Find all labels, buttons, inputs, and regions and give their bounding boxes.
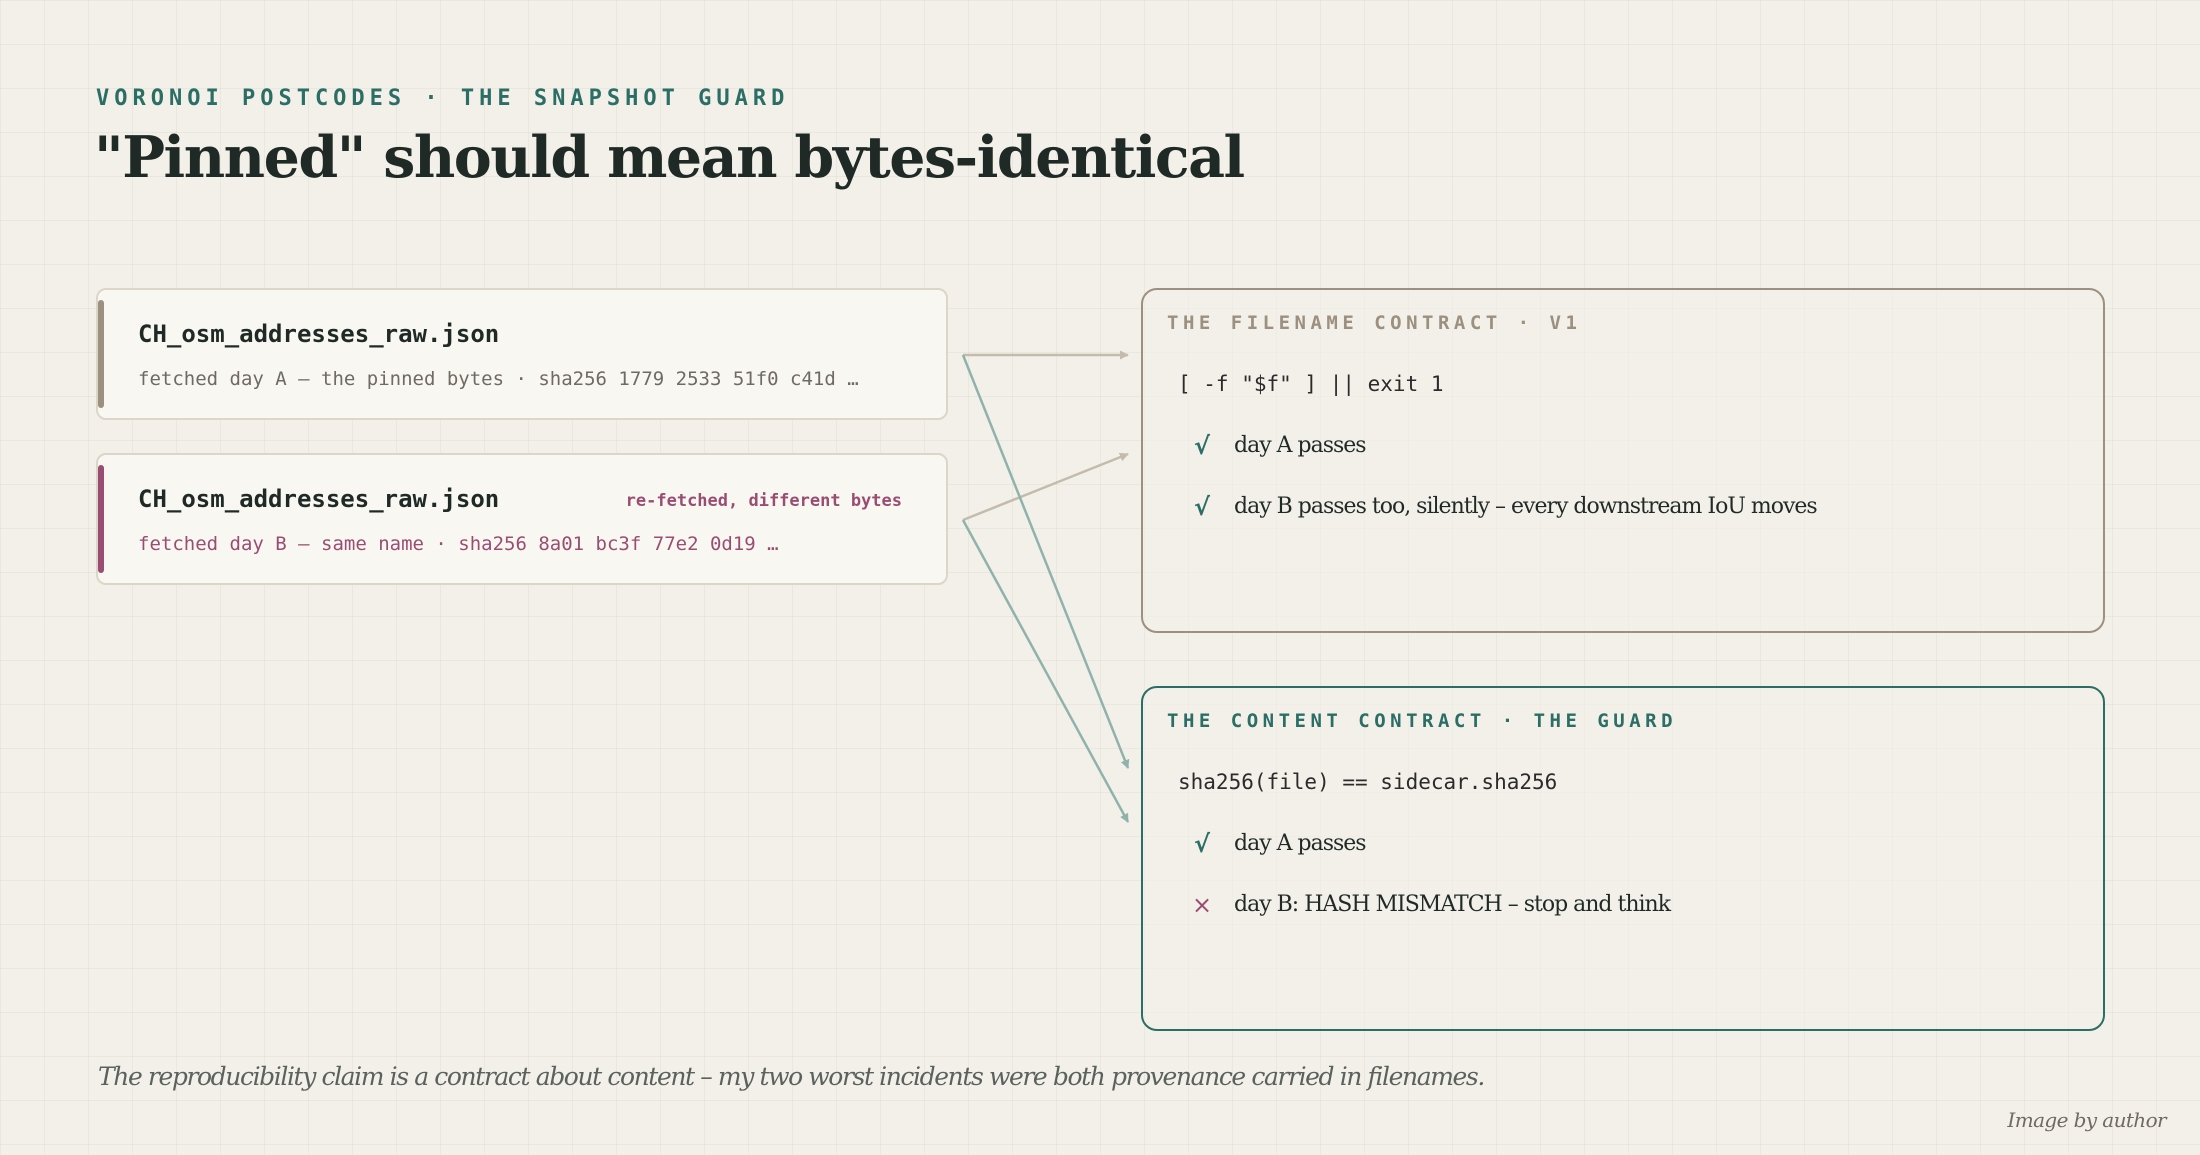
connector-arrows: [961, 350, 1130, 823]
image-credit: Image by author: [2007, 1108, 2166, 1132]
arrow-day-a-to-content: [961, 354, 1130, 769]
arrow-day-b-to-filename: [962, 452, 1129, 522]
arrow-day-b-to-content: [961, 519, 1130, 823]
footer-caption: The reproducibility claim is a contract …: [98, 1062, 1485, 1091]
